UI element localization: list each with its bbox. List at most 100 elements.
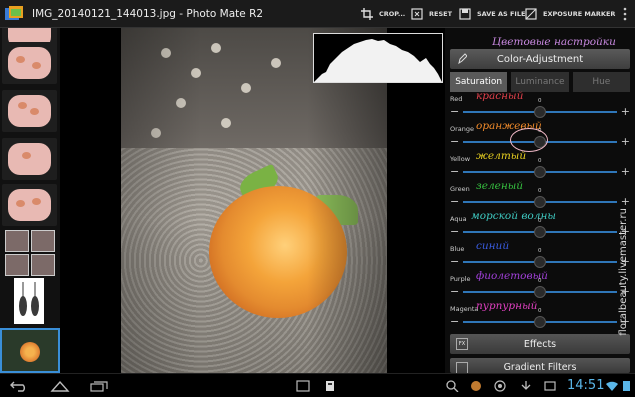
color-note-red: красный — [476, 90, 524, 102]
slider-knob[interactable] — [534, 226, 546, 238]
slider-label-aqua: Aqua — [450, 215, 467, 223]
notification-icon — [494, 380, 506, 392]
slider-knob[interactable] — [534, 286, 546, 298]
slider-knob[interactable] — [534, 196, 546, 208]
decrease-green-icon[interactable]: − — [450, 196, 459, 208]
slider-green[interactable]: − 0 + — [450, 188, 630, 209]
thumbnail[interactable] — [2, 90, 57, 132]
slider-label-magenta: Magenta — [450, 305, 479, 313]
gradient-filters-button[interactable]: Gradient Filters — [450, 358, 630, 373]
thumbnail[interactable] — [2, 138, 57, 180]
battery-icon — [623, 381, 630, 391]
recent-apps-icon[interactable] — [90, 380, 108, 392]
download-icon — [521, 381, 531, 390]
thumbnail[interactable] — [2, 184, 57, 226]
highlight-circle — [510, 128, 548, 152]
system-navigation-bar: 14:51 — [0, 373, 635, 397]
slider-magenta[interactable]: −0 + — [450, 308, 630, 329]
slider-value: 0 — [538, 308, 542, 314]
fx-icon: FX — [456, 338, 468, 350]
slider-value: 0 — [538, 158, 542, 164]
color-note-yellow: желтый — [476, 150, 527, 162]
screenshot-icon[interactable] — [296, 380, 310, 392]
gradient-filters-label: Gradient Filters — [503, 362, 577, 373]
action-bar: IMG_20140121_144013.jpg - Photo Mate R2 … — [0, 0, 635, 28]
slider-value: 0 — [538, 218, 542, 224]
save-as-file-button[interactable]: SAVE AS FILE — [459, 0, 525, 28]
slider-value: 0 — [538, 278, 542, 284]
slider-knob[interactable] — [534, 316, 546, 328]
storage-icon[interactable] — [324, 380, 336, 392]
wifi-icon — [606, 381, 618, 391]
color-note-blue: синий — [476, 240, 510, 252]
color-adjustment-label: Color-Adjustment — [496, 53, 584, 65]
exposure-marker-button[interactable]: EXPOSURE MARKER — [525, 0, 615, 28]
thumbnail-collage[interactable] — [5, 230, 55, 276]
effects-label: Effects — [523, 338, 557, 350]
reset-button[interactable]: RESET — [411, 0, 452, 28]
increase-red-icon[interactable]: + — [621, 106, 630, 118]
slider-blue[interactable]: −0 + — [450, 248, 630, 269]
search-icon[interactable] — [446, 380, 460, 392]
slider-value: 0 — [538, 188, 542, 194]
decrease-purple-icon[interactable]: − — [450, 286, 459, 298]
gradient-icon — [456, 362, 468, 373]
panel-note-title: Цветовые настройки — [492, 36, 616, 48]
slider-value: 0 — [538, 98, 542, 104]
crop-button[interactable]: CROP... — [361, 0, 405, 28]
home-icon[interactable] — [50, 380, 70, 392]
watermark: floralbeauty.livemaster.ru — [618, 208, 629, 336]
tab-hue[interactable]: Hue — [572, 72, 630, 92]
decrease-red-icon[interactable]: − — [450, 106, 459, 118]
exposure-marker-icon — [525, 8, 537, 20]
increase-orange-icon[interactable]: + — [621, 136, 630, 148]
photo-mate-app-icon[interactable] — [4, 5, 24, 23]
slider-knob[interactable] — [534, 166, 546, 178]
clock: 14:51 — [567, 378, 605, 393]
effects-button[interactable]: FX Effects — [450, 334, 630, 354]
decrease-magenta-icon[interactable]: − — [450, 316, 459, 328]
slider-value: 0 — [538, 248, 542, 254]
color-adjustment-header[interactable]: Color-Adjustment — [450, 49, 630, 69]
slider-knob[interactable] — [534, 256, 546, 268]
thumbnail-selected[interactable] — [0, 328, 60, 373]
decrease-blue-icon[interactable]: − — [450, 256, 459, 268]
save-icon — [459, 8, 471, 20]
crop-label: CROP... — [379, 10, 406, 18]
slider-label-green: Green — [450, 185, 470, 193]
overflow-menu-icon[interactable] — [623, 7, 627, 21]
increase-green-icon[interactable]: + — [621, 196, 630, 208]
decrease-orange-icon[interactable]: − — [450, 136, 459, 148]
slider-yellow[interactable]: − 0 + — [450, 158, 630, 179]
gallery-icon — [544, 381, 556, 391]
histogram — [313, 33, 443, 83]
slider-aqua[interactable]: −0 + — [450, 218, 630, 239]
save-as-file-label: SAVE AS FILE — [477, 10, 526, 18]
reset-label: RESET — [429, 10, 453, 18]
pen-icon — [458, 53, 467, 65]
slider-label-orange: Orange — [450, 125, 475, 133]
window-title: IMG_20140121_144013.jpg - Photo Mate R2 — [32, 8, 264, 20]
slider-red[interactable]: − 0 + — [450, 98, 630, 119]
thumbnail-strip[interactable] — [0, 28, 60, 373]
tab-luminance[interactable]: Luminance — [511, 72, 569, 92]
slider-label-red: Red — [450, 95, 463, 103]
exposure-marker-label: EXPOSURE MARKER — [543, 10, 616, 18]
notification-app-icon — [471, 381, 481, 391]
thumbnail[interactable] — [14, 278, 44, 324]
slider-purple[interactable]: −0 + — [450, 278, 630, 299]
slider-label-yellow: Yellow — [450, 155, 471, 163]
slider-knob[interactable] — [534, 106, 546, 118]
crop-icon — [361, 8, 373, 20]
decrease-yellow-icon[interactable]: − — [450, 166, 459, 178]
tab-saturation[interactable]: Saturation — [450, 72, 508, 92]
decrease-aqua-icon[interactable]: − — [450, 226, 459, 238]
adjustment-tabs: Saturation Luminance Hue — [450, 72, 630, 92]
color-note-aqua: морской волны — [471, 210, 556, 222]
slider-label-purple: Purple — [450, 275, 471, 283]
thumbnail[interactable] — [2, 42, 57, 84]
increase-yellow-icon[interactable]: + — [621, 166, 630, 178]
back-icon[interactable] — [10, 380, 30, 392]
color-note-magenta: пурпурный — [476, 300, 538, 312]
slider-label-blue: Blue — [450, 245, 465, 253]
